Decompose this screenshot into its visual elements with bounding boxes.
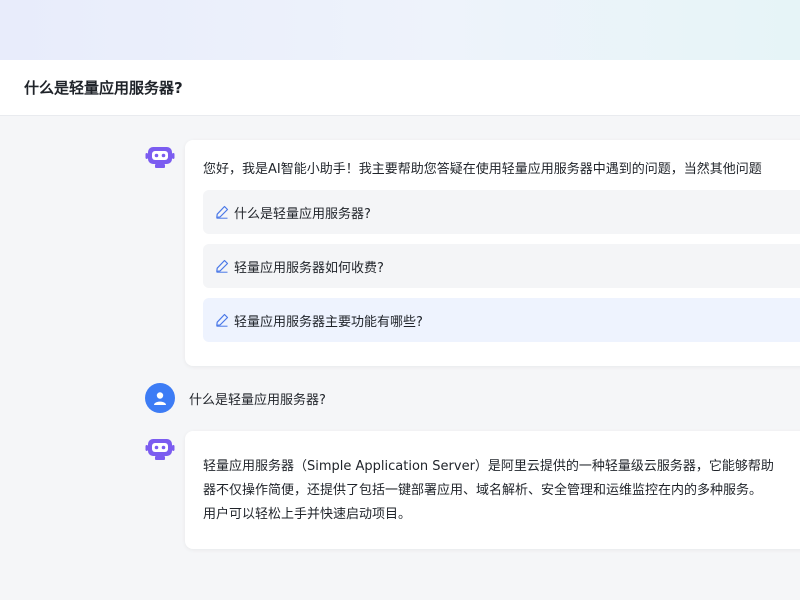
chat-area[interactable]: 您好，我是AI智能小助手！我主要帮助您答疑在使用轻量应用服务器中遇到的问题，当然… — [0, 117, 800, 600]
title-bar: 什么是轻量应用服务器? — [0, 60, 800, 116]
suggestion-label: 什么是轻量应用服务器? — [234, 206, 371, 222]
pen-icon — [215, 205, 229, 219]
bot-avatar — [145, 435, 175, 465]
pen-icon — [215, 313, 229, 327]
robot-icon — [145, 147, 175, 168]
user-message: 什么是轻量应用服务器? — [189, 393, 326, 408]
answer-line: 用户可以轻松上手并快速启动项目。 — [203, 507, 412, 522]
suggestion-label: 轻量应用服务器如何收费? — [234, 260, 384, 276]
answer-card: 轻量应用服务器（Simple Application Server）是阿里云提供… — [185, 431, 800, 549]
pen-icon — [215, 259, 229, 273]
suggestion-what-is[interactable]: 什么是轻量应用服务器? — [203, 190, 800, 234]
suggestion-label: 轻量应用服务器主要功能有哪些? — [234, 314, 423, 330]
page-title: 什么是轻量应用服务器? — [24, 79, 183, 97]
bot-avatar — [145, 143, 175, 173]
answer-line: 轻量应用服务器（Simple Application Server）是阿里云提供… — [203, 459, 774, 474]
welcome-text: 您好，我是AI智能小助手！我主要帮助您答疑在使用轻量应用服务器中遇到的问题，当然… — [203, 162, 762, 177]
user-icon — [154, 392, 166, 405]
robot-icon — [145, 439, 175, 460]
welcome-card: 您好，我是AI智能小助手！我主要帮助您答疑在使用轻量应用服务器中遇到的问题，当然… — [185, 140, 800, 366]
suggestion-pricing[interactable]: 轻量应用服务器如何收费? — [203, 244, 800, 288]
user-avatar — [145, 383, 175, 413]
suggestion-features[interactable]: 轻量应用服务器主要功能有哪些? — [203, 298, 800, 342]
answer-line: 器不仅操作简便，还提供了包括一键部署应用、域名解析、安全管理和运维监控在内的多种… — [203, 483, 763, 498]
top-banner — [0, 0, 800, 60]
